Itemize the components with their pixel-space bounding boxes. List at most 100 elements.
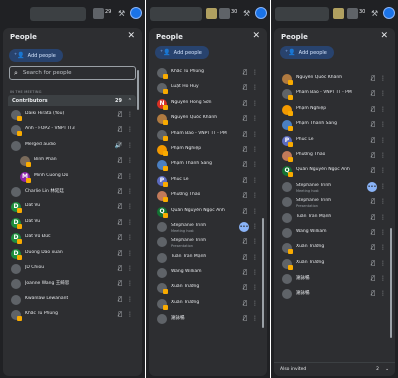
mic-off-icon[interactable]: 🎙̸: [118, 157, 122, 164]
participant-row[interactable]: M Minh Cuong Do 🎙̸ ⋮: [3, 170, 142, 185]
window-icon[interactable]: [333, 8, 344, 19]
close-icon[interactable]: ✕: [380, 31, 388, 41]
participant-row[interactable]: Xuân Trường 🎙̸ ⋮: [274, 241, 395, 256]
participant-row[interactable]: Merged audio 🔊̸ ⋮: [3, 139, 142, 154]
participant-row[interactable]: D Dat Vu 🎙̸ ⋮: [3, 216, 142, 231]
more-options-icon[interactable]: ⋮: [380, 90, 386, 97]
tools-icon[interactable]: ⚒: [243, 8, 250, 19]
mic-off-icon[interactable]: 🎙̸: [371, 198, 375, 205]
also-invited-header[interactable]: Also invited 2 ⌄: [274, 362, 395, 376]
more-options-icon[interactable]: ⋮: [252, 300, 258, 307]
more-options-icon[interactable]: ⋮: [252, 208, 258, 215]
more-options-icon[interactable]: ⋮: [252, 69, 258, 76]
mic-off-icon[interactable]: 🎙̸: [243, 315, 247, 322]
more-options-icon[interactable]: ⋮: [380, 75, 386, 82]
mic-off-icon[interactable]: 🎙̸: [243, 69, 247, 76]
more-options-icon[interactable]: ⋮: [380, 229, 386, 236]
mic-off-icon[interactable]: 🎙̸: [243, 100, 247, 107]
more-options-icon[interactable]: ⋮: [252, 84, 258, 91]
more-options-icon[interactable]: ⋮: [252, 131, 258, 138]
mic-off-icon[interactable]: 🎙̸: [371, 152, 375, 159]
mic-off-icon[interactable]: 🎙̸: [118, 311, 122, 318]
close-icon[interactable]: ✕: [252, 31, 260, 41]
participant-row[interactable]: D Dat Vũ Đức 🎙̸ ⋮: [3, 231, 142, 246]
mic-off-icon[interactable]: 🎙̸: [118, 250, 122, 257]
participant-row[interactable]: 謝詠暢 🎙̸ ⋮: [274, 287, 395, 302]
mic-off-icon[interactable]: 🎙̸: [118, 280, 122, 287]
profile-icon[interactable]: [255, 7, 267, 19]
profile-icon[interactable]: [383, 7, 395, 19]
more-options-icon[interactable]: ⋮: [127, 219, 133, 226]
participant-row[interactable]: Wang William 🎙̸ ⋮: [274, 226, 395, 241]
more-options-icon[interactable]: ⋮: [380, 290, 386, 297]
more-options-icon[interactable]: ⋮: [252, 177, 258, 184]
add-people-button[interactable]: ⁺👤 Add people: [155, 46, 209, 59]
mic-off-icon[interactable]: 🎙̸: [371, 167, 375, 174]
participant-row[interactable]: P Phuc Le 🎙̸ ⋮: [274, 134, 395, 149]
mic-off-icon[interactable]: 🔊̸: [115, 142, 122, 149]
participant-row[interactable]: Nguyễn Quốc Khánh 🎙̸ ⋮: [149, 112, 267, 127]
window-icon[interactable]: [206, 8, 217, 19]
participant-row[interactable]: Stephanie Trinh Meeting host ••• ⋮: [149, 220, 267, 235]
participant-row[interactable]: Kwanlaw Lewanant 🎙̸ ⋮: [3, 293, 142, 308]
participant-row[interactable]: P Phuc Le 🎙̸ ⋮: [149, 174, 267, 189]
scrollbar[interactable]: [390, 228, 392, 338]
more-options-icon[interactable]: ⋮: [127, 203, 133, 210]
more-options-icon[interactable]: ⋮: [252, 115, 258, 122]
participant-row[interactable]: D Dat Vu 🎙̸ ⋮: [3, 200, 142, 215]
more-options-icon[interactable]: ⋮: [252, 269, 258, 276]
more-options-icon[interactable]: ⋮: [380, 275, 386, 282]
more-options-icon[interactable]: ⋮: [127, 265, 133, 272]
participant-row[interactable]: Q Quân Nguyễn Ngọc Anh 🎙̸ ⋮: [149, 205, 267, 220]
more-options-icon[interactable]: ⋮: [252, 238, 258, 245]
more-options-icon[interactable]: ⋮: [127, 234, 133, 241]
mic-off-icon[interactable]: 🎙̸: [118, 188, 122, 195]
mic-off-icon[interactable]: 🎙̸: [371, 137, 375, 144]
participant-row[interactable]: Khắc Tú Phùng 🎙̸ ⋮: [149, 66, 267, 81]
participant-row[interactable]: Bình Phan 🎙̸ ⋮: [3, 154, 142, 169]
mic-off-icon[interactable]: 🎙̸: [118, 173, 122, 180]
participant-row[interactable]: Tuấn Trần Mạnh 🎙̸ ⋮: [274, 211, 395, 226]
participant-row[interactable]: Khắc Tú Phùng 🎙̸ ⋮: [3, 308, 142, 323]
mic-off-icon[interactable]: 🎙̸: [243, 177, 247, 184]
participant-row[interactable]: Phương Thảo 🎙̸ ⋮: [149, 189, 267, 204]
mic-off-icon[interactable]: 🎙̸: [371, 106, 375, 113]
mic-off-icon[interactable]: 🎙̸: [118, 126, 122, 133]
people-icon[interactable]: [219, 8, 230, 19]
participant-row[interactable]: Stephanie Trinh Meeting host ••• ⋮: [274, 180, 395, 195]
more-options-icon[interactable]: ⋮: [380, 167, 386, 174]
more-options-icon[interactable]: ⋮: [127, 126, 133, 133]
mic-off-icon[interactable]: 🎙̸: [243, 192, 247, 199]
tools-icon[interactable]: ⚒: [118, 8, 125, 19]
participant-row[interactable]: Phạm Nghiệp 🎙̸ ⋮: [274, 103, 395, 118]
mic-off-icon[interactable]: 🎙̸: [243, 300, 247, 307]
people-icon[interactable]: [347, 8, 358, 19]
close-icon[interactable]: ✕: [127, 31, 135, 41]
more-options-icon[interactable]: ⋮: [252, 284, 258, 291]
mic-off-icon[interactable]: 🎙̸: [118, 296, 122, 303]
participant-row[interactable]: Stephanie Trinh Presentation 🎙̸ ⋮: [149, 235, 267, 250]
more-options-icon[interactable]: ⋮: [380, 121, 386, 128]
contributors-header[interactable]: Contributors 29 ⌃: [8, 95, 136, 106]
mic-off-icon[interactable]: 🎙̸: [118, 265, 122, 272]
more-options-icon[interactable]: ⋮: [252, 315, 258, 322]
participant-row[interactable]: Pham Bao - VNPT IT - PM 🎙̸ ⋮: [274, 87, 395, 102]
mic-off-icon[interactable]: 🎙̸: [243, 284, 247, 291]
more-options-icon[interactable]: ⋮: [127, 250, 133, 257]
chevron-down-icon[interactable]: ⌄: [385, 367, 389, 372]
participant-row[interactable]: Charlie Lin 林延廷 🎙̸ ⋮: [3, 185, 142, 200]
more-options-icon[interactable]: ⋮: [252, 192, 258, 199]
more-options-icon[interactable]: ⋮: [127, 280, 133, 287]
mic-off-icon[interactable]: 🎙̸: [243, 161, 247, 168]
mic-off-icon[interactable]: 🎙̸: [243, 131, 247, 138]
participant-row[interactable]: N Nguyễn Hồng Sơn 🎙̸ ⋮: [149, 97, 267, 112]
more-options-icon[interactable]: ⋮: [380, 183, 386, 190]
more-options-icon[interactable]: ⋮: [380, 137, 386, 144]
mic-off-icon[interactable]: 🎙̸: [243, 269, 247, 276]
chevron-up-icon[interactable]: ⌃: [128, 98, 132, 104]
mic-off-icon[interactable]: 🎙̸: [371, 121, 375, 128]
participant-row[interactable]: Tuấn Trần Mạnh 🎙̸ ⋮: [149, 251, 267, 266]
more-options-icon[interactable]: ⋮: [127, 142, 133, 149]
participant-row[interactable]: D Duong Dao xuan 🎙̸ ⋮: [3, 247, 142, 262]
add-people-button[interactable]: ⁺👤 Add people: [280, 46, 334, 59]
